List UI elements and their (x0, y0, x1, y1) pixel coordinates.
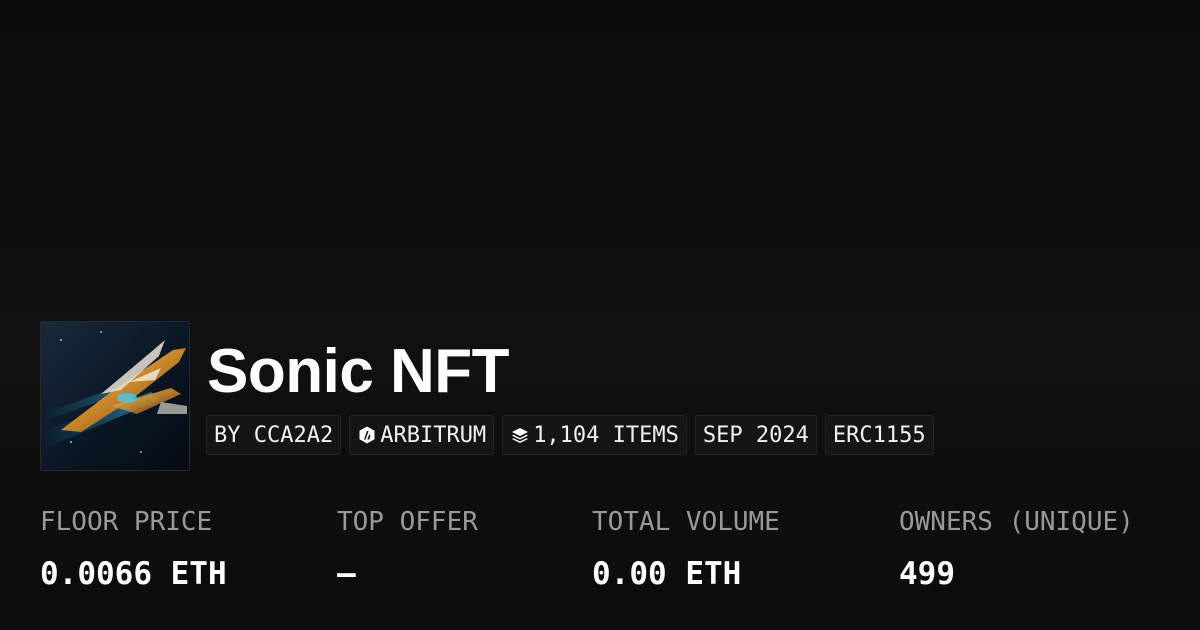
collection-image (40, 321, 190, 471)
spaceship-artwork (41, 322, 189, 470)
date-label: SEP 2024 (702, 422, 809, 448)
creator-label: BY CCA2A2 (214, 422, 334, 448)
collection-tags: BY CCA2A2 ARBITRUM 1,104 ITEMS SEP 2024 … (206, 415, 934, 455)
standard-tag: ERC1155 (824, 415, 934, 455)
items-label: 1,104 ITEMS (533, 422, 679, 448)
arbitrum-icon (357, 425, 377, 445)
layers-icon (510, 425, 530, 445)
owners-value: 499 (899, 556, 955, 592)
top-offer-stat: TOP OFFER – (337, 504, 478, 594)
date-tag: SEP 2024 (694, 415, 817, 455)
collection-title: Sonic NFT (207, 337, 510, 406)
chain-tag[interactable]: ARBITRUM (349, 415, 495, 455)
total-volume-value: 0.00 ETH (592, 556, 742, 592)
top-offer-value: – (337, 556, 356, 592)
owners-stat: OWNERS (UNIQUE) 499 (899, 504, 1134, 594)
chain-label: ARBITRUM (380, 422, 487, 448)
floor-price-value: 0.0066 ETH (40, 556, 227, 592)
total-volume-label: TOTAL VOLUME (592, 507, 780, 537)
owners-label: OWNERS (UNIQUE) (899, 507, 1134, 537)
creator-tag[interactable]: BY CCA2A2 (206, 415, 342, 455)
floor-price-stat: FLOOR PRICE 0.0066 ETH (40, 504, 227, 594)
top-offer-label: TOP OFFER (337, 507, 478, 537)
items-tag[interactable]: 1,104 ITEMS (502, 415, 687, 455)
total-volume-stat: TOTAL VOLUME 0.00 ETH (592, 504, 780, 594)
standard-label: ERC1155 (832, 422, 926, 448)
floor-price-label: FLOOR PRICE (40, 507, 213, 537)
